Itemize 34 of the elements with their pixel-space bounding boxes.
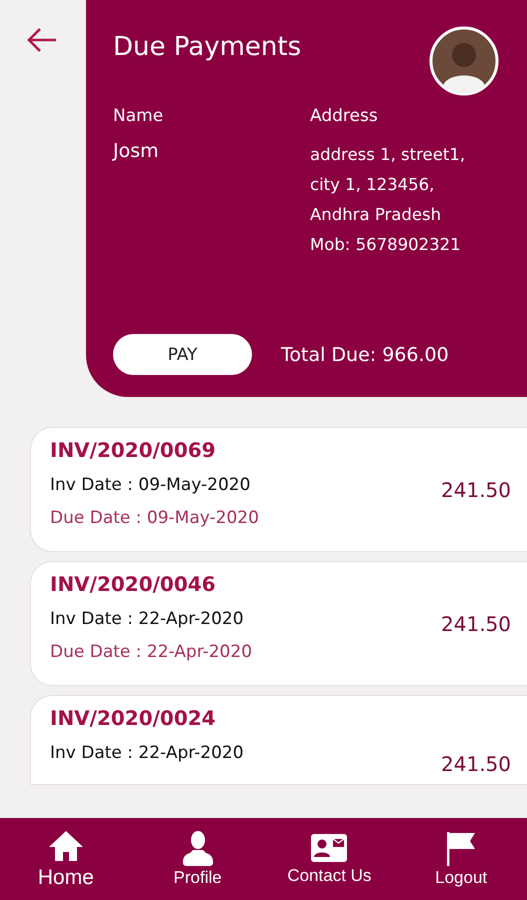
- customer-name: Josm: [113, 140, 160, 162]
- address-line: Mob: 5678902321: [310, 234, 462, 256]
- due-date: Due Date : 22-Apr-2020: [50, 642, 252, 662]
- page-title: Due Payments: [113, 32, 302, 62]
- invoice-card[interactable]: INV/2020/0046 Inv Date : 22-Apr-2020 Due Date : 22-Apr-2020 241.50: [30, 561, 527, 686]
- invoice-date: Inv Date : 22-Apr-2020: [50, 743, 244, 763]
- name-label: Name: [113, 106, 164, 126]
- person-icon: [182, 830, 213, 866]
- flag-icon: [445, 830, 478, 866]
- invoice-amount: 241.50: [441, 478, 511, 502]
- invoice-card[interactable]: INV/2020/0024 Inv Date : 22-Apr-2020 241.50: [30, 695, 527, 785]
- back-arrow-icon[interactable]: [26, 26, 58, 54]
- address-line: address 1, street1,: [310, 144, 466, 166]
- invoice-number: INV/2020/0069: [50, 438, 217, 462]
- invoice-amount: 241.50: [441, 752, 511, 776]
- address-label: Address: [310, 106, 379, 126]
- total-due: Total Due: 966.00: [281, 344, 449, 366]
- contact-card-icon: [310, 832, 348, 864]
- nav-tab[interactable]: Profile: [138, 830, 258, 888]
- invoice-date: Inv Date : 22-Apr-2020: [50, 609, 245, 629]
- invoice-number: INV/2020/0046: [50, 572, 217, 596]
- avatar-icon[interactable]: [429, 26, 499, 96]
- pay-button[interactable]: PAY: [113, 334, 252, 375]
- nav-tab[interactable]: Home: [6, 828, 126, 890]
- nav-tab[interactable]: Logout: [401, 830, 522, 888]
- address-line: Andhra Pradesh: [310, 204, 442, 226]
- nav-tab[interactable]: Contact Us: [269, 832, 390, 886]
- home-icon: [48, 828, 84, 864]
- invoice-date: Inv Date : 09-May-2020: [50, 475, 252, 495]
- invoice-card[interactable]: INV/2020/0069 Inv Date : 09-May-2020 Due Date : 09-May-2020 241.50: [30, 427, 527, 552]
- invoice-number: INV/2020/0024: [50, 706, 217, 730]
- due-date: Due Date : 09-May-2020: [50, 508, 259, 528]
- invoice-amount: 241.50: [441, 612, 511, 636]
- address-line: city 1, 123456,: [310, 174, 436, 196]
